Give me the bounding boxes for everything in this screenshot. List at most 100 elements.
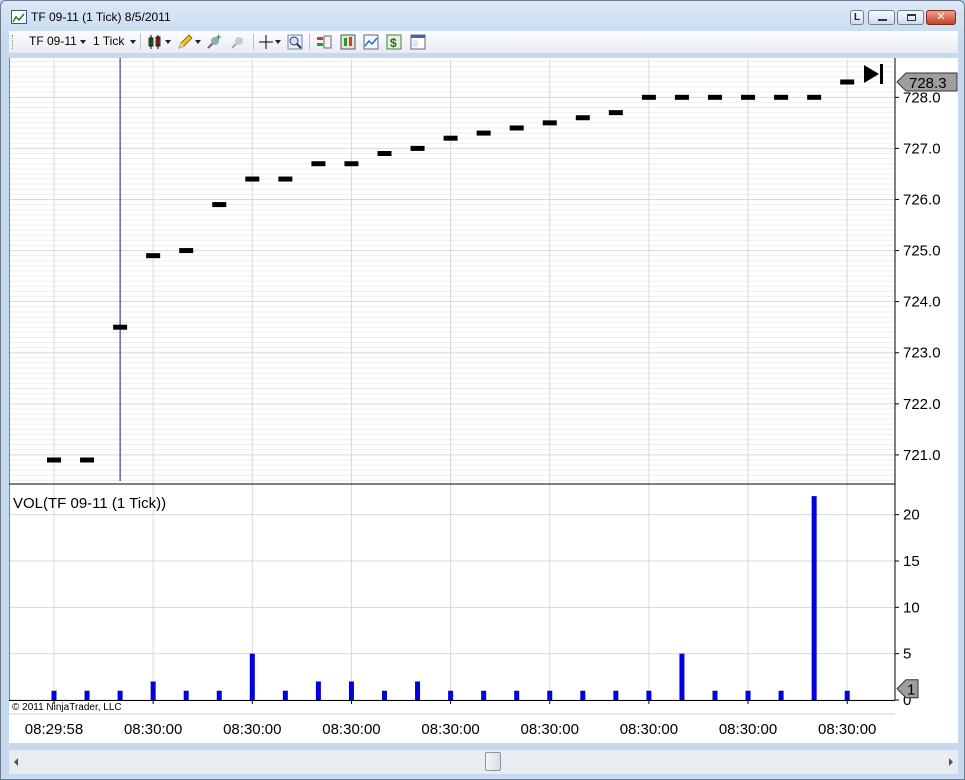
draw-chevron-down-icon[interactable] — [195, 40, 201, 44]
volume-bar — [679, 653, 685, 700]
volume-bar — [481, 690, 487, 700]
volume-bar — [547, 690, 553, 700]
minimize-button[interactable] — [868, 10, 895, 25]
volume-bar — [183, 690, 189, 700]
price-tick-mark — [608, 110, 623, 116]
volume-axis-label: 15 — [903, 553, 920, 570]
toolbar-grip[interactable] — [12, 35, 15, 49]
volume-axis-label: 20 — [903, 507, 920, 524]
price-tick-mark — [542, 120, 557, 126]
volume-bar — [811, 496, 817, 700]
price-tick-mark — [278, 176, 293, 182]
volume-bar — [844, 690, 850, 700]
style-chevron-down-icon[interactable] — [165, 40, 171, 44]
price-axis-label: 722.0 — [903, 396, 941, 413]
toolbar-separator — [309, 34, 310, 50]
price-tick-mark — [708, 94, 722, 100]
chart-area[interactable]: 721.0 722.0 723.0 724.0 725.0 726.0 727.0 728.0… — [8, 58, 958, 743]
bar-properties-icon[interactable] — [316, 34, 332, 50]
price-tick-mark — [311, 161, 326, 167]
candlestick-style-icon[interactable] — [147, 34, 163, 50]
price-axis-label: 725.0 — [903, 243, 941, 260]
price-axis-label: 726.0 — [903, 191, 941, 208]
chart-app-icon — [11, 10, 27, 24]
price-tick-mark — [47, 457, 61, 463]
price-tick-mark — [245, 176, 260, 182]
last-price-label: 728.3 — [909, 75, 947, 92]
indicators-icon[interactable] — [340, 34, 356, 50]
close-button[interactable]: ✕ — [926, 10, 956, 25]
window-title: TF 09-11 (1 Tick) 8/5/2011 — [31, 10, 171, 24]
volume-bar — [216, 690, 222, 700]
x-axis-label: 08:29:58 — [25, 721, 83, 738]
x-axis-label: 08:30:00 — [818, 721, 876, 738]
scroll-left-icon[interactable] — [14, 758, 18, 766]
chart-toolbar: TF 09-11 1 Tick + $ — [9, 31, 958, 53]
crosshair-chevron-down-icon[interactable] — [275, 40, 281, 44]
title-bar[interactable]: TF 09-11 (1 Tick) 8/5/2011 L ✕ — [1, 1, 964, 31]
volume-bar — [514, 690, 520, 700]
maximize-icon — [907, 14, 916, 21]
scroll-to-end-icon-bar — [880, 64, 883, 84]
volume-bar — [282, 690, 288, 700]
instrument-chevron-down-icon[interactable] — [80, 40, 86, 44]
interval-chevron-down-icon[interactable] — [130, 40, 136, 44]
volume-bar — [712, 690, 718, 700]
crosshair-icon[interactable] — [258, 34, 274, 50]
x-axis-label: 08:30:00 — [421, 721, 479, 738]
x-axis-label: 08:30:00 — [719, 721, 777, 738]
volume-bar — [84, 690, 90, 700]
volume-axis-label: 10 — [903, 599, 920, 616]
x-axis-label: 08:30:00 — [124, 721, 182, 738]
scroll-right-icon[interactable] — [949, 758, 953, 766]
price-tick-mark — [113, 324, 128, 330]
minimize-icon — [878, 19, 887, 21]
price-tick-mark — [80, 457, 95, 463]
volume-bar — [348, 681, 354, 700]
svg-text:$: $ — [390, 36, 397, 50]
copyright-text: © 2011 NinjaTrader, LLC — [12, 702, 122, 713]
link-button[interactable]: L — [850, 10, 864, 25]
instrument-selector[interactable]: TF 09-11 — [29, 34, 77, 48]
close-icon: ✕ — [936, 11, 946, 23]
price-tick-mark — [807, 94, 822, 100]
x-axis-label: 08:30:00 — [620, 721, 678, 738]
volume-bar — [315, 681, 321, 700]
pin-remove-icon[interactable] — [230, 34, 246, 50]
volume-bar — [150, 681, 156, 700]
chart-canvas[interactable]: 721.0722.0723.0724.0725.0726.0727.0728.0… — [8, 58, 958, 743]
properties-icon[interactable] — [410, 34, 426, 50]
zoom-icon[interactable] — [287, 34, 303, 50]
strategies-icon[interactable] — [363, 34, 379, 50]
price-tick-mark — [410, 145, 425, 151]
volume-bar — [745, 690, 751, 700]
volume-axis-label: 5 — [903, 646, 911, 663]
price-axis-label: 723.0 — [903, 345, 941, 362]
price-tick-mark — [443, 135, 458, 141]
volume-bar — [646, 690, 652, 700]
volume-bar — [448, 690, 454, 700]
horizontal-scrollbar[interactable] — [9, 749, 958, 774]
price-axis-label: 727.0 — [903, 140, 941, 157]
pin-add-icon[interactable]: + — [206, 32, 222, 50]
price-tick-mark — [509, 125, 524, 131]
price-tick-mark — [840, 79, 855, 85]
scroll-to-end-icon[interactable] — [864, 65, 879, 83]
interval-selector[interactable]: 1 Tick — [93, 34, 124, 48]
last-volume-label: 1 — [907, 682, 915, 699]
price-axis-label: 721.0 — [903, 447, 941, 464]
price-tick-mark — [146, 253, 161, 259]
maximize-button[interactable] — [897, 10, 924, 25]
pencil-draw-icon[interactable] — [177, 34, 193, 50]
svg-text:+: + — [216, 34, 221, 42]
x-axis-label: 08:30:00 — [322, 721, 380, 738]
volume-bar — [382, 690, 387, 700]
scroll-thumb[interactable] — [485, 752, 501, 771]
dollar-icon[interactable]: $ — [386, 34, 402, 50]
price-tick-mark — [212, 202, 227, 208]
x-axis-label: 08:30:00 — [521, 721, 579, 738]
price-axis-label: 724.0 — [903, 294, 941, 311]
toolbar-separator — [253, 34, 254, 50]
volume-bar — [580, 690, 586, 700]
chart-window: TF 09-11 (1 Tick) 8/5/2011 L ✕ TF 09-11 … — [0, 0, 965, 780]
